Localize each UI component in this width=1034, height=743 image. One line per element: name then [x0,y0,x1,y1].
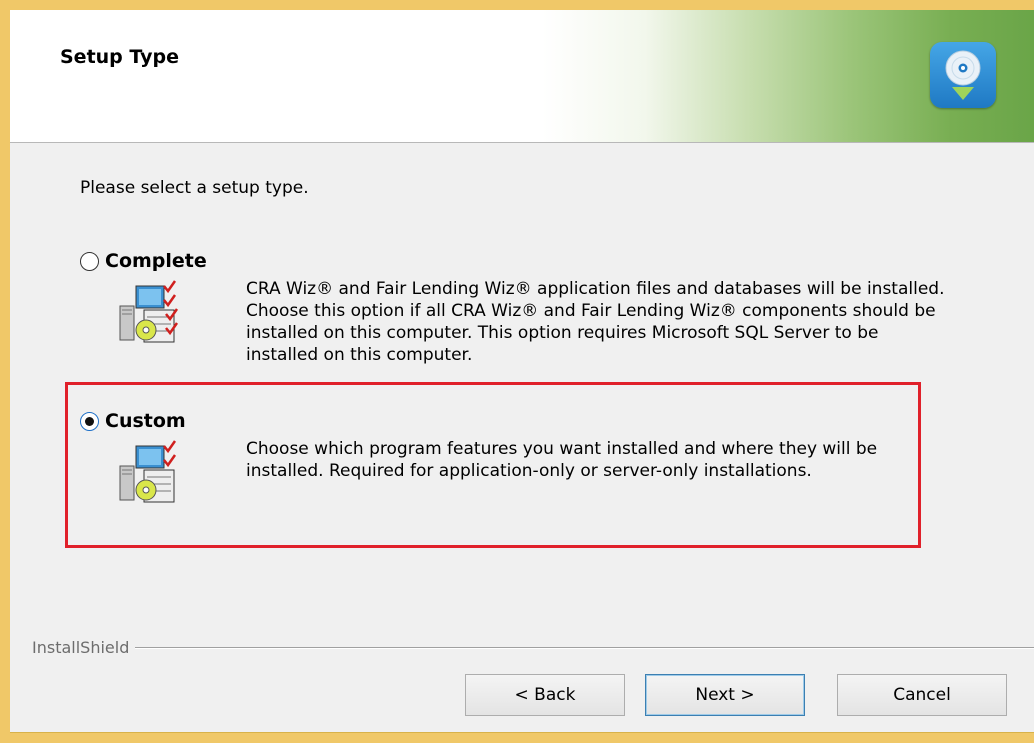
divider-line [135,646,1034,649]
installshield-divider: InstallShield [32,638,1034,657]
complete-radio[interactable] [80,251,99,271]
installshield-brand: InstallShield [32,638,130,657]
cd-install-icon [930,42,996,108]
custom-label[interactable]: Custom [105,410,186,432]
custom-radio[interactable] [80,411,99,431]
next-button[interactable]: Next > [645,674,805,716]
dialog-header: Setup Type [10,10,1034,143]
complete-label[interactable]: Complete [105,250,207,272]
setup-components-icon [119,280,179,343]
setup-dialog: Setup Type Please select a setup type. C… [10,10,1034,733]
intro-text: Please select a setup type. [80,178,309,198]
complete-description: CRA Wiz® and Fair Lending Wiz® applicati… [246,279,945,365]
back-button[interactable]: < Back [465,674,625,716]
cancel-button[interactable]: Cancel [837,674,1007,716]
page-title: Setup Type [60,46,179,68]
setup-components-icon [119,440,177,503]
custom-description: Choose which program features you want i… [246,439,878,481]
